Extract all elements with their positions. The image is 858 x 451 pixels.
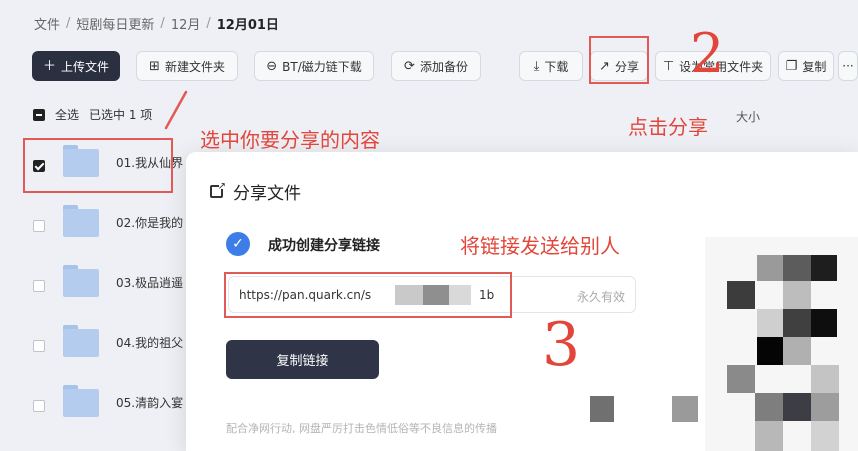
annotation-stroke-one [164,90,188,130]
annotation-strokes [164,90,188,130]
